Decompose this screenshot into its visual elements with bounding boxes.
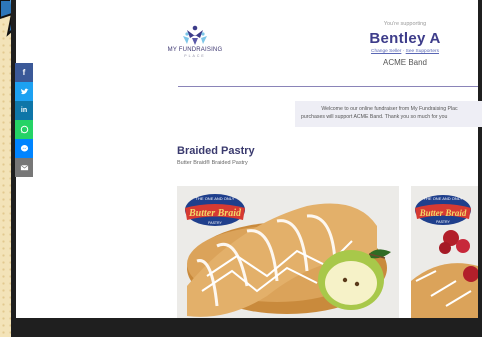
facebook-icon: f — [22, 68, 26, 77]
see-supporters-link[interactable]: See Supporters — [406, 49, 439, 54]
whatsapp-share-button[interactable] — [15, 120, 33, 139]
butter-braid-badge-text: Butter Braid — [188, 208, 242, 219]
header-divider — [178, 86, 478, 87]
group-name: ACME Band — [382, 58, 428, 67]
badge-bottom-text: PASTRY — [436, 220, 450, 224]
logo-name: MY FUNDRAISING — [167, 47, 223, 53]
my-fundraising-place-logo[interactable]: MY FUNDRAISING PLACE — [160, 24, 230, 58]
linkedin-share-button[interactable]: in — [15, 101, 33, 120]
whatsapp-icon — [20, 125, 28, 134]
badge-bottom-text: PASTRY — [208, 221, 222, 225]
product-card[interactable]: Butter Braid THE ONE AND ONLY PASTRY — [177, 186, 399, 321]
bottom-frame-bar — [11, 318, 482, 337]
logo-place: PLACE — [184, 54, 206, 58]
twitter-share-button[interactable] — [15, 82, 33, 101]
people-logo-icon — [183, 25, 207, 45]
messenger-icon — [20, 144, 28, 152]
messenger-share-button[interactable] — [15, 139, 33, 158]
linkedin-icon: in — [20, 107, 28, 114]
supporting-label: You're supporting — [383, 21, 427, 27]
email-icon — [20, 164, 28, 171]
email-share-button[interactable] — [15, 158, 33, 177]
braided-pastry-cherry-image: Butter Braid THE ONE AND ONLY PASTRY — [411, 186, 478, 321]
badge-top-text: THE ONE AND ONLY — [196, 196, 235, 201]
seller-name: Bentley A — [369, 30, 441, 47]
facebook-share-button[interactable]: f — [15, 63, 33, 82]
welcome-line-1: Welcome to our online fundraiser from My… — [321, 106, 458, 112]
welcome-line-2: purchases will support ACME Band. Thank … — [301, 114, 448, 121]
braided-pastry-image: Butter Braid THE ONE AND ONLY PASTRY — [177, 186, 399, 321]
butter-braid-badge-text: Butter Braid — [419, 208, 467, 218]
supporting-panel: You're supporting Bentley A Change Selle… — [330, 21, 480, 67]
product-section-title: Braided Pastry — [177, 145, 255, 157]
social-share-rail: f in — [15, 63, 33, 177]
product-card[interactable]: Butter Braid THE ONE AND ONLY PASTRY — [411, 186, 478, 321]
welcome-message: Welcome to our online fundraiser from My… — [295, 101, 482, 127]
seller-links: Change Seller · See Supporters — [330, 49, 480, 54]
twitter-icon — [20, 88, 29, 95]
product-section-subtitle: Butter Braid® Braided Pastry — [177, 160, 248, 166]
change-seller-link[interactable]: Change Seller — [371, 49, 401, 54]
badge-top-text: THE ONE AND ONLY — [424, 196, 463, 201]
